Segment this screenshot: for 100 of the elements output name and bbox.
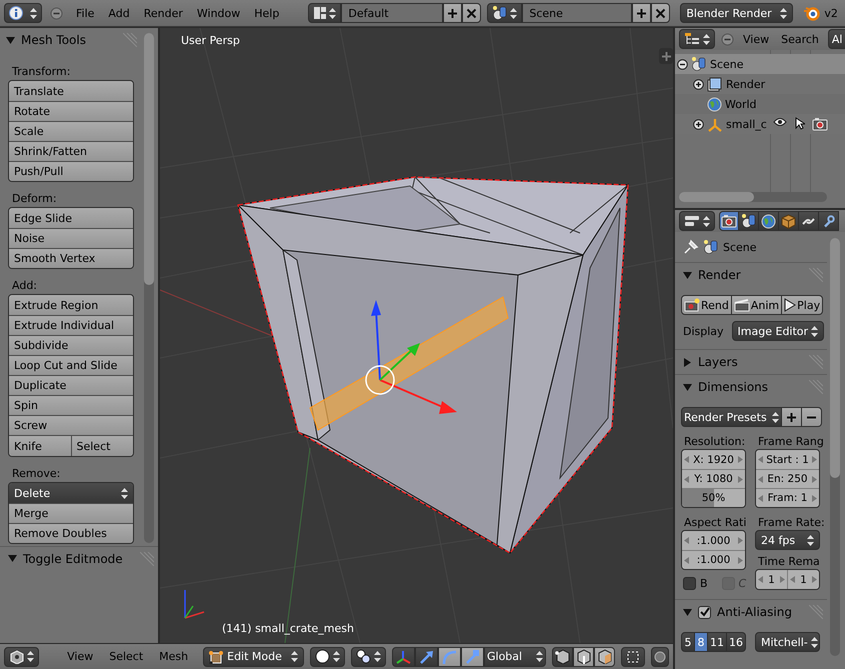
properties-tab[interactable] [719, 211, 739, 231]
expand-icon[interactable] [693, 78, 704, 90]
panel-title[interactable]: Anti-Aliasing [717, 605, 803, 619]
tool-button[interactable]: Subdivide [9, 335, 133, 355]
menu-item[interactable]: Mesh [154, 650, 194, 663]
editor-type-button[interactable] [679, 29, 715, 49]
orientation-dropdown[interactable]: Global [484, 646, 546, 666]
tool-button[interactable]: Noise [9, 228, 133, 248]
sample-option[interactable]: 5 [681, 632, 695, 652]
tool-button[interactable]: Remove Doubles [9, 523, 133, 543]
menu-item[interactable]: File [69, 6, 102, 20]
cursor-icon[interactable] [795, 117, 805, 130]
percentage-slider[interactable]: 50% [682, 488, 745, 507]
properties-tab[interactable] [799, 211, 819, 231]
panel-title[interactable]: Mesh Tools [21, 33, 117, 47]
minus-circle-icon[interactable] [721, 32, 734, 46]
menu-item[interactable]: Help [247, 6, 286, 20]
render-button[interactable]: Anim [732, 295, 782, 315]
checkbox[interactable] [683, 576, 696, 590]
checkbox[interactable] [698, 606, 711, 618]
properties-tab[interactable] [759, 211, 779, 231]
menu-item[interactable]: View [62, 650, 98, 663]
editor-type-button[interactable] [4, 3, 42, 23]
eye-icon[interactable] [773, 117, 787, 127]
occlude-button[interactable] [621, 646, 645, 666]
scale-button[interactable] [461, 646, 484, 666]
menu-item[interactable]: View [740, 32, 772, 46]
sample-option[interactable]: 8 [695, 632, 708, 652]
tool-button[interactable]: Duplicate [9, 375, 133, 395]
region-toggle-button[interactable] [659, 48, 673, 64]
render-engine-dropdown[interactable]: Blender Render [680, 3, 794, 23]
filter-dropdown[interactable]: Mitchell- [755, 632, 820, 652]
menu-item[interactable]: Add [101, 6, 137, 20]
delete-button[interactable] [651, 3, 670, 23]
disclosure-triangle-icon[interactable] [6, 36, 15, 44]
add-preset-button[interactable] [782, 407, 802, 427]
sample-option[interactable]: 11 [708, 632, 727, 652]
display-dropdown[interactable]: Image Editor [732, 321, 824, 341]
manipulator-toggle[interactable] [392, 646, 415, 666]
panel-title[interactable]: Toggle Editmode [23, 552, 134, 566]
scrollbar[interactable] [144, 33, 154, 543]
properties-tab[interactable] [779, 211, 799, 231]
tool-button[interactable]: Loop Cut and Slide [9, 355, 133, 375]
tool-button[interactable]: Edge Slide [9, 208, 133, 228]
tool-button[interactable]: Merge [9, 503, 133, 523]
menu-item[interactable]: Select [104, 650, 148, 663]
scrollbar[interactable] [830, 238, 840, 656]
delete-button[interactable] [462, 3, 482, 23]
tool-button[interactable]: Push/Pull [9, 161, 133, 181]
remove-preset-button[interactable] [802, 407, 822, 427]
sample-option[interactable]: 16 [727, 632, 746, 652]
render-button[interactable]: Play [782, 295, 824, 315]
collapse-icon[interactable] [677, 58, 688, 70]
disclosure-triangle-icon[interactable] [683, 358, 692, 366]
tool-button[interactable]: Spin [9, 395, 133, 415]
expand-icon[interactable] [693, 118, 704, 130]
edge-select-button[interactable] [573, 646, 594, 666]
properties-tab[interactable] [819, 211, 839, 231]
menu-item[interactable]: Search [778, 32, 822, 46]
editor-type-button[interactable] [4, 646, 39, 666]
screen-layout-field[interactable]: Default [341, 3, 444, 23]
tool-button[interactable]: Screw [9, 415, 133, 435]
rotate-button[interactable] [438, 646, 461, 666]
layout-selector-button[interactable] [308, 3, 342, 23]
editor-type-button[interactable] [679, 211, 715, 231]
tool-button[interactable]: Extrude Individual [9, 315, 133, 335]
panel-title[interactable]: Dimensions [698, 380, 803, 394]
vertex-select-button[interactable] [552, 646, 573, 666]
add-button[interactable] [443, 3, 462, 23]
tool-button[interactable]: Rotate [9, 101, 133, 121]
disclosure-triangle-icon[interactable] [683, 270, 692, 280]
pivot-dropdown[interactable] [351, 646, 386, 666]
render-presets-dropdown[interactable]: Render Presets [681, 407, 782, 427]
shading-dropdown[interactable] [310, 646, 345, 666]
properties-tab[interactable] [739, 211, 759, 231]
disclosure-triangle-icon[interactable] [683, 382, 692, 392]
filter-dropdown[interactable]: Al [828, 29, 845, 49]
add-button[interactable] [632, 3, 652, 23]
dropdown[interactable]: Delete [9, 483, 133, 503]
panel-title[interactable]: Layers [698, 355, 803, 369]
mode-dropdown[interactable]: Edit Mode [203, 646, 304, 666]
render-button[interactable]: Rend [681, 295, 732, 315]
tree-item[interactable]: Scene [675, 54, 845, 74]
tool-button[interactable]: Knife [9, 436, 70, 456]
scene-field[interactable]: Scene [522, 3, 632, 23]
pin-icon[interactable] [683, 239, 699, 255]
disclosure-triangle-icon[interactable] [683, 608, 692, 616]
scene-selector-button[interactable] [487, 3, 522, 23]
face-select-button[interactable] [594, 646, 615, 666]
tool-button[interactable]: Translate [9, 81, 133, 101]
menu-item[interactable]: Window [190, 6, 248, 20]
tool-button[interactable]: Scale [9, 121, 133, 141]
menu-item[interactable]: Render [136, 6, 190, 20]
translate-button[interactable] [415, 646, 438, 666]
tool-button[interactable]: Smooth Vertex [9, 248, 133, 268]
tool-button[interactable]: Select [70, 436, 133, 456]
panel-title[interactable]: Render [698, 268, 803, 282]
minus-circle-icon[interactable] [50, 6, 63, 20]
disclosure-triangle-icon[interactable] [8, 554, 17, 563]
tool-button[interactable]: Shrink/Fatten [9, 141, 133, 161]
